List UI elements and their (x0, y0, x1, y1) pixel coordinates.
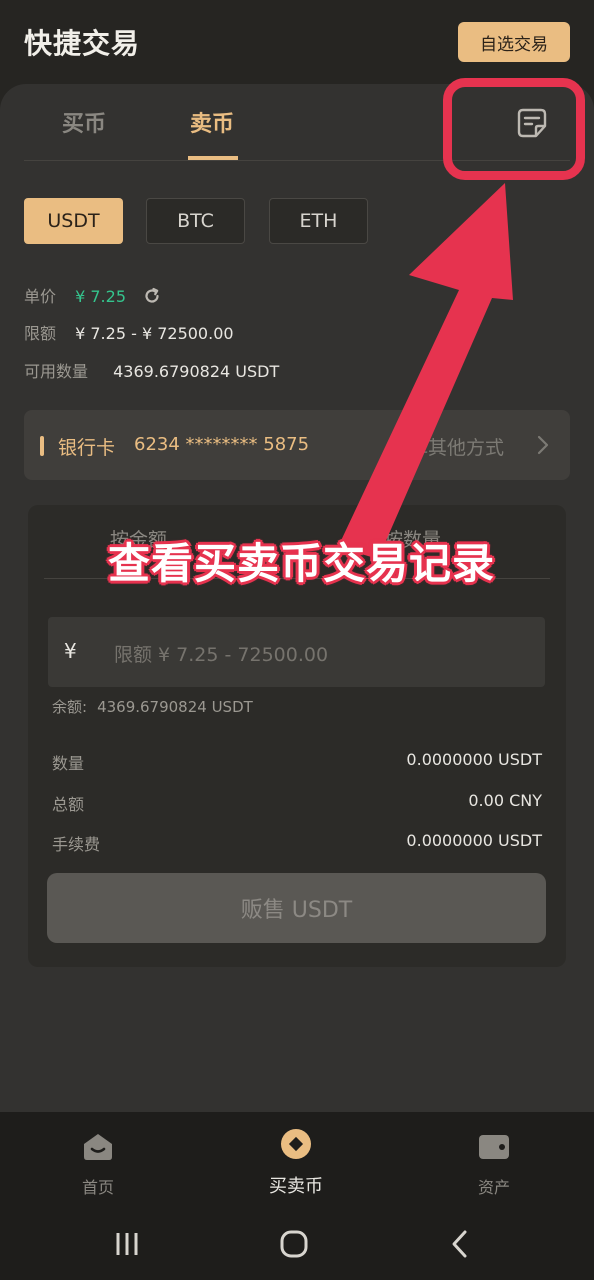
total-value: 0.00 CNY (468, 791, 542, 810)
available-value: 4369.6790824 USDT (113, 362, 280, 381)
amount-input[interactable]: ¥ 限额 ¥ 7.25 - 72500.00 (48, 617, 545, 687)
payment-method-row[interactable]: 银行卡 6234 ******** 5875 选择其他方式 (24, 410, 570, 480)
quick-trade-screen: 快捷交易 自选交易 买币 卖币 USDT BTC ETH 单价 ¥ 7.25 限… (0, 0, 594, 1280)
fee-row: 手续费 0.0000000 USDT (52, 831, 542, 855)
recent-apps-icon[interactable] (110, 1227, 144, 1261)
bank-card-label: 银行卡 (58, 437, 116, 459)
annotation-caption: 查看买卖币交易记录 (108, 539, 496, 588)
home-button-icon[interactable] (277, 1227, 311, 1261)
coin-eth[interactable]: ETH (269, 198, 368, 244)
nav-trade[interactable]: 买卖币 (236, 1128, 356, 1198)
price-label: 单价 (24, 287, 57, 306)
refresh-icon[interactable] (143, 287, 161, 305)
available-label: 可用数量 (24, 362, 89, 381)
header: 快捷交易 自选交易 (0, 0, 594, 84)
nav-assets[interactable]: 资产 (434, 1128, 554, 1198)
tab-buy[interactable]: 买币 (62, 106, 106, 138)
total-row: 总额 0.00 CNY (52, 791, 542, 815)
fee-label: 手续费 (52, 835, 101, 854)
trade-icon (281, 1129, 311, 1159)
amount-placeholder: 限额 ¥ 7.25 - 72500.00 (114, 644, 329, 666)
nav-trade-label: 买卖币 (269, 1176, 323, 1197)
balance-row: 余额: 4369.6790824 USDT (52, 696, 253, 717)
limit-value: ¥ 7.25 - ¥ 72500.00 (75, 324, 234, 343)
fee-value: 0.0000000 USDT (406, 831, 542, 850)
coin-usdt[interactable]: USDT (24, 198, 123, 244)
currency-symbol: ¥ (64, 639, 77, 663)
wallet-icon (479, 1135, 509, 1159)
sell-usdt-button[interactable]: 贩售 USDT (47, 873, 546, 943)
choose-other-method[interactable]: 选择其他方式 (390, 433, 504, 460)
chevron-right-icon (537, 435, 549, 455)
total-label: 总额 (52, 795, 85, 814)
quantity-label: 数量 (52, 754, 85, 773)
system-nav-bar (0, 1207, 594, 1280)
back-icon[interactable] (444, 1227, 478, 1261)
nav-home[interactable]: 首页 (38, 1128, 158, 1198)
favorite-trade-button[interactable]: 自选交易 (458, 22, 570, 62)
record-highlight-box (443, 78, 585, 180)
balance-label: 余额: (52, 698, 88, 716)
available-row: 可用数量 4369.6790824 USDT (24, 358, 279, 382)
nav-assets-label: 资产 (477, 1178, 510, 1197)
coin-btc[interactable]: BTC (146, 198, 245, 244)
price-value: ¥ 7.25 (75, 287, 126, 306)
price-row: 单价 ¥ 7.25 (24, 283, 161, 307)
bottom-nav: 首页 买卖币 资产 (0, 1112, 594, 1207)
tab-sell[interactable]: 卖币 (190, 106, 234, 138)
quantity-row: 数量 0.0000000 USDT (52, 750, 542, 774)
bank-indicator (40, 436, 44, 456)
quantity-value: 0.0000000 USDT (406, 750, 542, 769)
limit-row: 限额 ¥ 7.25 - ¥ 72500.00 (24, 320, 234, 344)
bank-card-number: 6234 ******** 5875 (134, 434, 310, 455)
nav-home-label: 首页 (81, 1178, 114, 1197)
page-title: 快捷交易 (24, 27, 141, 60)
limit-label: 限额 (24, 324, 57, 343)
balance-value: 4369.6790824 USDT (97, 698, 253, 716)
home-icon (84, 1134, 112, 1160)
